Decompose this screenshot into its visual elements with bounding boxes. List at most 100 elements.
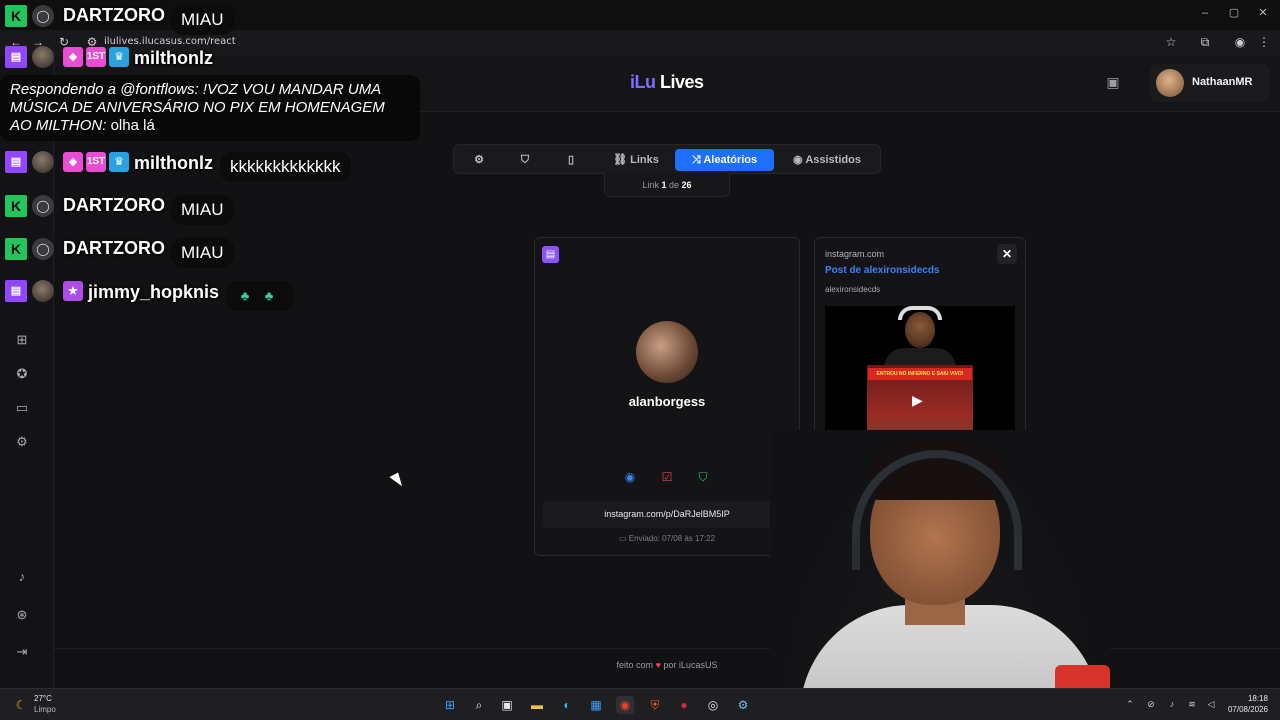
app-logo[interactable]: iLu Lives bbox=[630, 72, 704, 93]
chat-username: DARTZORO bbox=[63, 238, 165, 258]
profile-icon[interactable]: ◉ bbox=[1232, 34, 1248, 50]
address-url[interactable]: ilulives.ilucasus.com/react bbox=[104, 36, 236, 47]
mailbox-icon[interactable]: ▣ bbox=[1104, 74, 1122, 92]
chat-username: milthonlz bbox=[134, 153, 213, 173]
clock-date[interactable]: 07/08/2026 bbox=[1222, 705, 1268, 714]
approve-shield-icon[interactable]: ⛉ bbox=[695, 469, 711, 485]
link-icon: ⛓ bbox=[613, 154, 628, 166]
edge-icon[interactable]: ◐ bbox=[558, 696, 576, 714]
award-icon[interactable]: ✪ bbox=[13, 365, 31, 383]
user-avatar-photo bbox=[32, 46, 54, 68]
user-name: NathaanMR bbox=[1192, 76, 1253, 88]
gift-icon[interactable]: ⊞ bbox=[13, 331, 31, 349]
gear-icon: ⚙ bbox=[474, 154, 484, 166]
tab-aleatorios[interactable]: ⤨ Aleatórios bbox=[675, 149, 774, 171]
file-explorer-icon[interactable]: ▬ bbox=[528, 696, 546, 714]
obs-icon[interactable]: ◎ bbox=[704, 696, 722, 714]
tray-wifi-icon[interactable]: ≋ bbox=[1186, 698, 1198, 710]
maximize-icon[interactable]: ▢ bbox=[1227, 6, 1241, 20]
reply-message: Respondendo a @fontflows: !VOZ VOU MANDA… bbox=[0, 75, 420, 141]
play-icon[interactable]: ▶ bbox=[912, 392, 923, 409]
gem-badge-icon: ◆ bbox=[63, 152, 83, 172]
shield-icon: ⛉ bbox=[520, 154, 530, 166]
tab-moderation[interactable]: ⛉ bbox=[512, 149, 538, 171]
help-icon[interactable]: ⊛ bbox=[13, 606, 31, 624]
bell-icon[interactable]: ♪ bbox=[13, 568, 31, 586]
link-counter-prefix: Link bbox=[642, 180, 659, 190]
bookmark-star-icon[interactable]: ☆ bbox=[1163, 34, 1179, 50]
tab-assistidos-label: Assistidos bbox=[805, 154, 861, 166]
preview-title[interactable]: Post de alexironsidecds bbox=[825, 265, 940, 276]
tab-device[interactable]: ▯ bbox=[558, 149, 584, 171]
kick-icon: K bbox=[5, 195, 27, 217]
user-avatar-photo bbox=[32, 151, 54, 173]
tab-links[interactable]: ⛓ Links bbox=[604, 149, 668, 171]
chat-icon[interactable]: ▭ bbox=[13, 399, 31, 417]
default-avatar-icon: ◯ bbox=[32, 195, 54, 217]
twitch-icon: ▤ bbox=[5, 151, 27, 173]
user-avatar bbox=[1156, 69, 1184, 97]
extensions-icon[interactable]: ⧉ bbox=[1197, 34, 1213, 50]
sent-timestamp-text: Enviado: 07/08 às 17:22 bbox=[628, 534, 716, 543]
logo-lives: Lives bbox=[660, 72, 704, 92]
close-preview-button[interactable]: ✕ bbox=[997, 244, 1017, 264]
emote-icon: ♣ bbox=[240, 288, 250, 303]
task-view-icon[interactable]: ▣ bbox=[498, 696, 516, 714]
search-icon[interactable]: ⌕ bbox=[470, 696, 488, 714]
preview-headphones bbox=[898, 306, 942, 320]
crown-badge-icon: ♛ bbox=[109, 47, 129, 67]
logo-ilu: iLu bbox=[630, 72, 656, 92]
view-eye-icon[interactable]: ◉ bbox=[622, 469, 638, 485]
start-icon[interactable]: ⊞ bbox=[441, 696, 459, 714]
default-avatar-icon: ◯ bbox=[32, 5, 54, 27]
weather-temp: 27°C bbox=[34, 694, 52, 703]
link-counter-total: 26 bbox=[681, 180, 692, 190]
gem-badge-icon: ◆ bbox=[63, 47, 83, 67]
mouse-cursor bbox=[389, 472, 405, 490]
settings-icon[interactable]: ⚙ bbox=[13, 433, 31, 451]
logout-icon[interactable]: ⇥ bbox=[13, 643, 31, 661]
chat-message: MIAU bbox=[171, 238, 234, 268]
minimize-icon[interactable]: – bbox=[1198, 6, 1212, 20]
twitch-icon: ▤ bbox=[5, 280, 27, 302]
tray-mic-icon[interactable]: ♪ bbox=[1166, 698, 1178, 710]
webcam-overlay bbox=[770, 430, 1110, 720]
brave-icon[interactable]: ⛨ bbox=[646, 696, 664, 714]
chat-message: MIAU bbox=[171, 5, 234, 35]
tray-network-icon[interactable]: ⊘ bbox=[1145, 698, 1157, 710]
twitch-icon: ▤ bbox=[542, 246, 559, 263]
sent-timestamp: ▭ Enviado: 07/08 às 17:22 bbox=[534, 534, 800, 543]
link-counter-separator: de bbox=[669, 180, 680, 190]
user-avatar-photo bbox=[32, 280, 54, 302]
tablet-icon: ▯ bbox=[567, 154, 575, 166]
tab-aleatorios-label: Aleatórios bbox=[703, 154, 758, 166]
chat-username: DARTZORO bbox=[63, 5, 165, 25]
eye-icon: ◉ bbox=[793, 154, 803, 166]
tray-volume-icon[interactable]: ◁ bbox=[1205, 698, 1217, 710]
tab-assistidos[interactable]: ◉ Assistidos bbox=[783, 149, 871, 171]
taskbar bbox=[0, 688, 1280, 720]
tab-links-label: Links bbox=[630, 154, 659, 166]
chrome-icon[interactable]: ◉ bbox=[616, 696, 634, 714]
store-icon[interactable]: ▦ bbox=[587, 696, 605, 714]
tray-chevron-icon[interactable]: ⌃ bbox=[1124, 698, 1136, 710]
heart-icon: ♥ bbox=[655, 660, 661, 670]
preview-banner: ENTROU NO INFERNO E SAIU VIVO! bbox=[868, 368, 972, 380]
clock-time[interactable]: 18:18 bbox=[1226, 694, 1268, 703]
menu-dots-icon[interactable]: ⋮ bbox=[1256, 34, 1272, 50]
weather-moon-icon[interactable]: ☾ bbox=[12, 696, 30, 714]
link-url-button[interactable]: instagram.com/p/DaRJelBM5IP bbox=[543, 501, 791, 528]
first-badge: 1ST bbox=[86, 47, 106, 67]
default-avatar-icon: ◯ bbox=[32, 238, 54, 260]
sender-avatar bbox=[636, 321, 698, 383]
reply-text: olha lá bbox=[110, 117, 155, 134]
chat-message: MIAU bbox=[171, 195, 234, 225]
twitch-icon: ▤ bbox=[5, 46, 27, 68]
mark-checked-icon[interactable]: ☑ bbox=[659, 469, 675, 485]
kick-icon: K bbox=[5, 5, 27, 27]
steam-icon[interactable]: ⚙ bbox=[734, 696, 752, 714]
close-window-icon[interactable]: ✕ bbox=[1256, 6, 1270, 20]
app-red-icon[interactable]: ● bbox=[675, 696, 693, 714]
chat-username: DARTZORO bbox=[63, 195, 165, 215]
tab-settings[interactable]: ⚙ bbox=[466, 149, 492, 171]
